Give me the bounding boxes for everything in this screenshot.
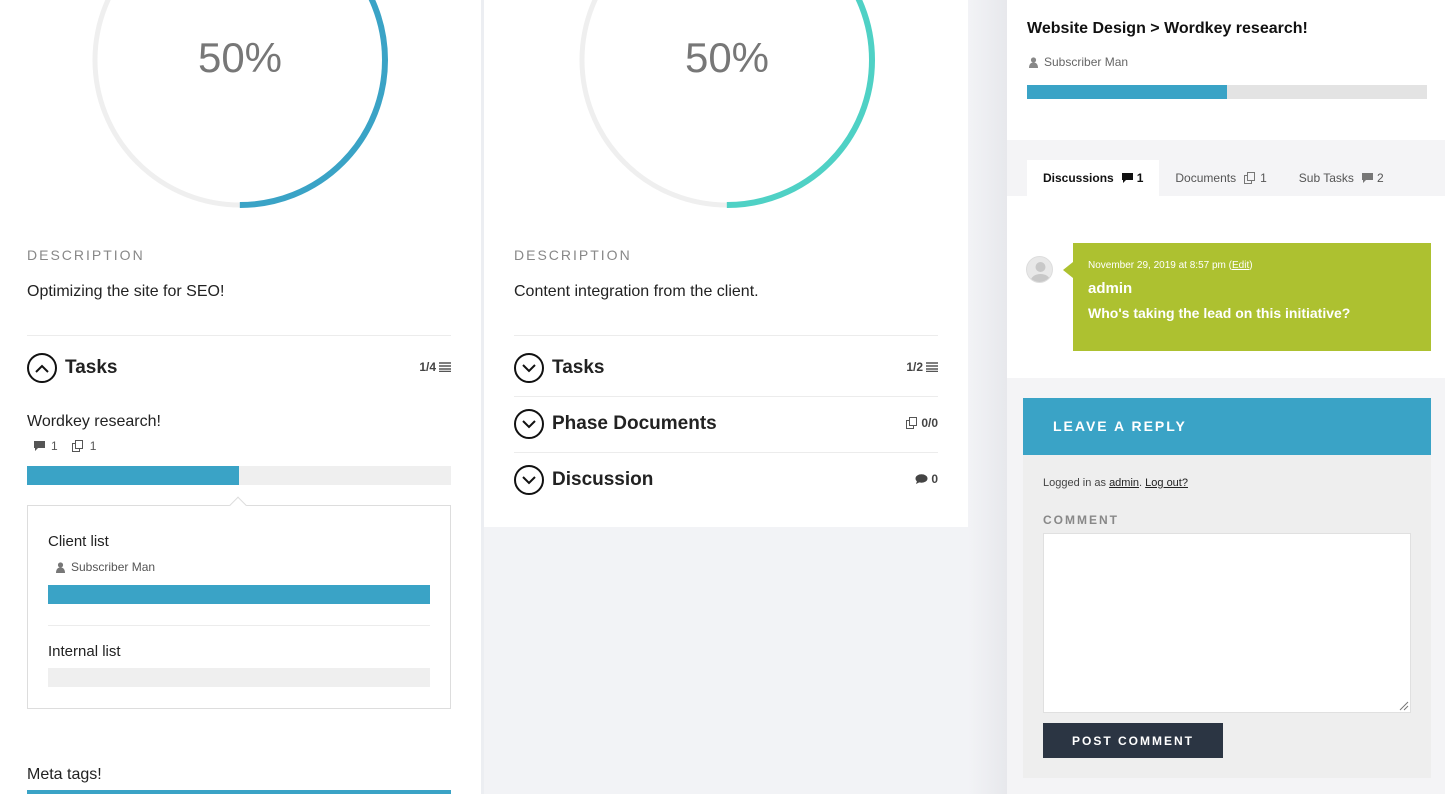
task-title[interactable]: Wordkey research! <box>27 413 161 431</box>
tab-label: Documents <box>1175 171 1237 185</box>
speech-bubble-icon <box>915 474 928 484</box>
avatar <box>1026 256 1053 283</box>
divider <box>514 335 938 336</box>
description-text: Content integration from the client. <box>514 283 759 300</box>
task-progress-bar <box>27 466 451 485</box>
progress-donut-content: 50% <box>577 0 877 210</box>
divider <box>27 335 451 336</box>
divider <box>48 625 430 626</box>
tab-label: Sub Tasks <box>1298 171 1354 185</box>
documents-count: 0/0 <box>906 416 938 430</box>
subtask-progress-fill <box>48 585 430 604</box>
comment-date-text: November 29, 2019 at 8:57 pm <box>1088 260 1226 271</box>
subtask-progress-bar <box>48 668 430 687</box>
subtask-title[interactable]: Internal list <box>48 643 121 660</box>
comment-author: admin <box>1088 280 1133 297</box>
detail-tabs: Discussions 1 Documents 1 Sub Tasks 2 <box>1027 160 1400 196</box>
description-text: Optimizing the site for SEO! <box>27 283 225 300</box>
subtask-progress-bar <box>48 585 430 604</box>
task-detail-progress-fill <box>1027 85 1227 99</box>
tab-count: 1 <box>1260 171 1267 185</box>
accordion-title: Phase Documents <box>552 413 717 434</box>
description-label: DESCRIPTION <box>514 247 632 263</box>
tab-discussions[interactable]: Discussions 1 <box>1027 160 1160 196</box>
task-progress-bar <box>27 790 451 794</box>
logged-in-prefix: Logged in as <box>1043 477 1110 489</box>
accordion-phase-documents[interactable]: Phase Documents 0/0 <box>514 396 938 452</box>
tasks-count: 1/4 <box>419 360 451 374</box>
tab-sub-tasks[interactable]: Sub Tasks 2 <box>1283 160 1400 196</box>
chevron-down-icon[interactable] <box>514 409 544 439</box>
progress-ring-svg <box>579 0 875 208</box>
subtask-title[interactable]: Client list <box>48 533 109 550</box>
documents-icon <box>906 417 918 429</box>
tasks-count: 1/2 <box>906 360 938 374</box>
progress-ring-fill <box>92 0 388 208</box>
logged-in-text: Logged in as admin. Log out? <box>1043 477 1188 489</box>
tasks-count-value: 1/4 <box>419 360 436 374</box>
logged-in-user-link[interactable]: admin <box>1109 477 1139 489</box>
panel-shadow <box>968 0 1007 794</box>
accordion-title: Discussion <box>552 469 654 490</box>
subtask-assignee: Subscriber Man <box>56 560 155 574</box>
logout-link[interactable]: Log out? <box>1145 477 1188 489</box>
progress-percent: 50% <box>197 34 283 81</box>
comment-date: November 29, 2019 at 8:57 pm (Edit) <box>1088 260 1253 271</box>
task-detail-progress-bar <box>1027 85 1427 99</box>
documents-count-value: 0/0 <box>921 416 938 430</box>
tab-documents[interactable]: Documents 1 <box>1159 160 1282 196</box>
user-icon <box>1029 56 1038 68</box>
task-assignee-name: Subscriber Man <box>1044 55 1129 69</box>
documents-icon <box>1244 172 1256 184</box>
comment-textarea[interactable] <box>1043 533 1411 713</box>
chevron-up-icon[interactable] <box>27 353 57 383</box>
comment-bubble: November 29, 2019 at 8:57 pm (Edit) admi… <box>1073 243 1431 351</box>
progress-ring-svg <box>92 0 388 208</box>
accordion-title: Tasks <box>65 357 118 378</box>
task-title[interactable]: Meta tags! <box>27 766 102 784</box>
discussion-count-value: 0 <box>931 472 938 486</box>
task-breadcrumb: Website Design > Wordkey research! <box>1027 20 1308 37</box>
task-meta: 1 1 <box>34 439 96 453</box>
comment-text: Who's taking the lead on this initiative… <box>1088 305 1351 321</box>
tab-count: 1 <box>1136 171 1144 185</box>
comment-field-label: COMMENT <box>1043 513 1119 527</box>
tab-label: Discussions <box>1043 171 1114 185</box>
comment-icon <box>1121 173 1133 183</box>
chevron-down-icon[interactable] <box>514 353 544 383</box>
task-assignee: Subscriber Man <box>1029 55 1128 69</box>
task-progress-fill <box>27 790 451 794</box>
accordion-tasks[interactable]: Tasks 1/2 <box>514 340 938 396</box>
discussion-count: 0 <box>915 472 938 486</box>
chevron-down-icon[interactable] <box>514 465 544 495</box>
reply-heading: LEAVE A REPLY <box>1023 398 1431 455</box>
task-comments-count: 1 <box>51 439 58 453</box>
user-icon <box>56 561 65 573</box>
task-progress-fill <box>27 466 239 485</box>
comment-edit-link[interactable]: Edit <box>1232 260 1249 271</box>
progress-percent: 50% <box>684 34 770 81</box>
tasks-count-value: 1/2 <box>906 360 923 374</box>
description-label: DESCRIPTION <box>27 247 145 263</box>
accordion-tasks[interactable]: Tasks 1/4 <box>27 340 451 396</box>
list-icon <box>439 362 451 372</box>
documents-icon <box>71 440 83 452</box>
accordion-discussion[interactable]: Discussion 0 <box>514 452 938 508</box>
post-comment-button[interactable]: POST COMMENT <box>1043 723 1223 758</box>
progress-donut-seo: 50% <box>90 0 390 210</box>
accordion-title: Tasks <box>552 357 605 378</box>
comment-icon <box>34 441 45 451</box>
subtask-assignee-name: Subscriber Man <box>71 560 156 574</box>
progress-ring-fill <box>579 0 875 208</box>
list-icon <box>926 362 938 372</box>
comment-icon <box>1361 173 1373 183</box>
resize-handle-icon[interactable] <box>1397 699 1409 711</box>
tab-count: 2 <box>1376 171 1384 185</box>
task-documents-count: 1 <box>89 439 97 453</box>
comment-bubble-arrow <box>1063 262 1073 278</box>
